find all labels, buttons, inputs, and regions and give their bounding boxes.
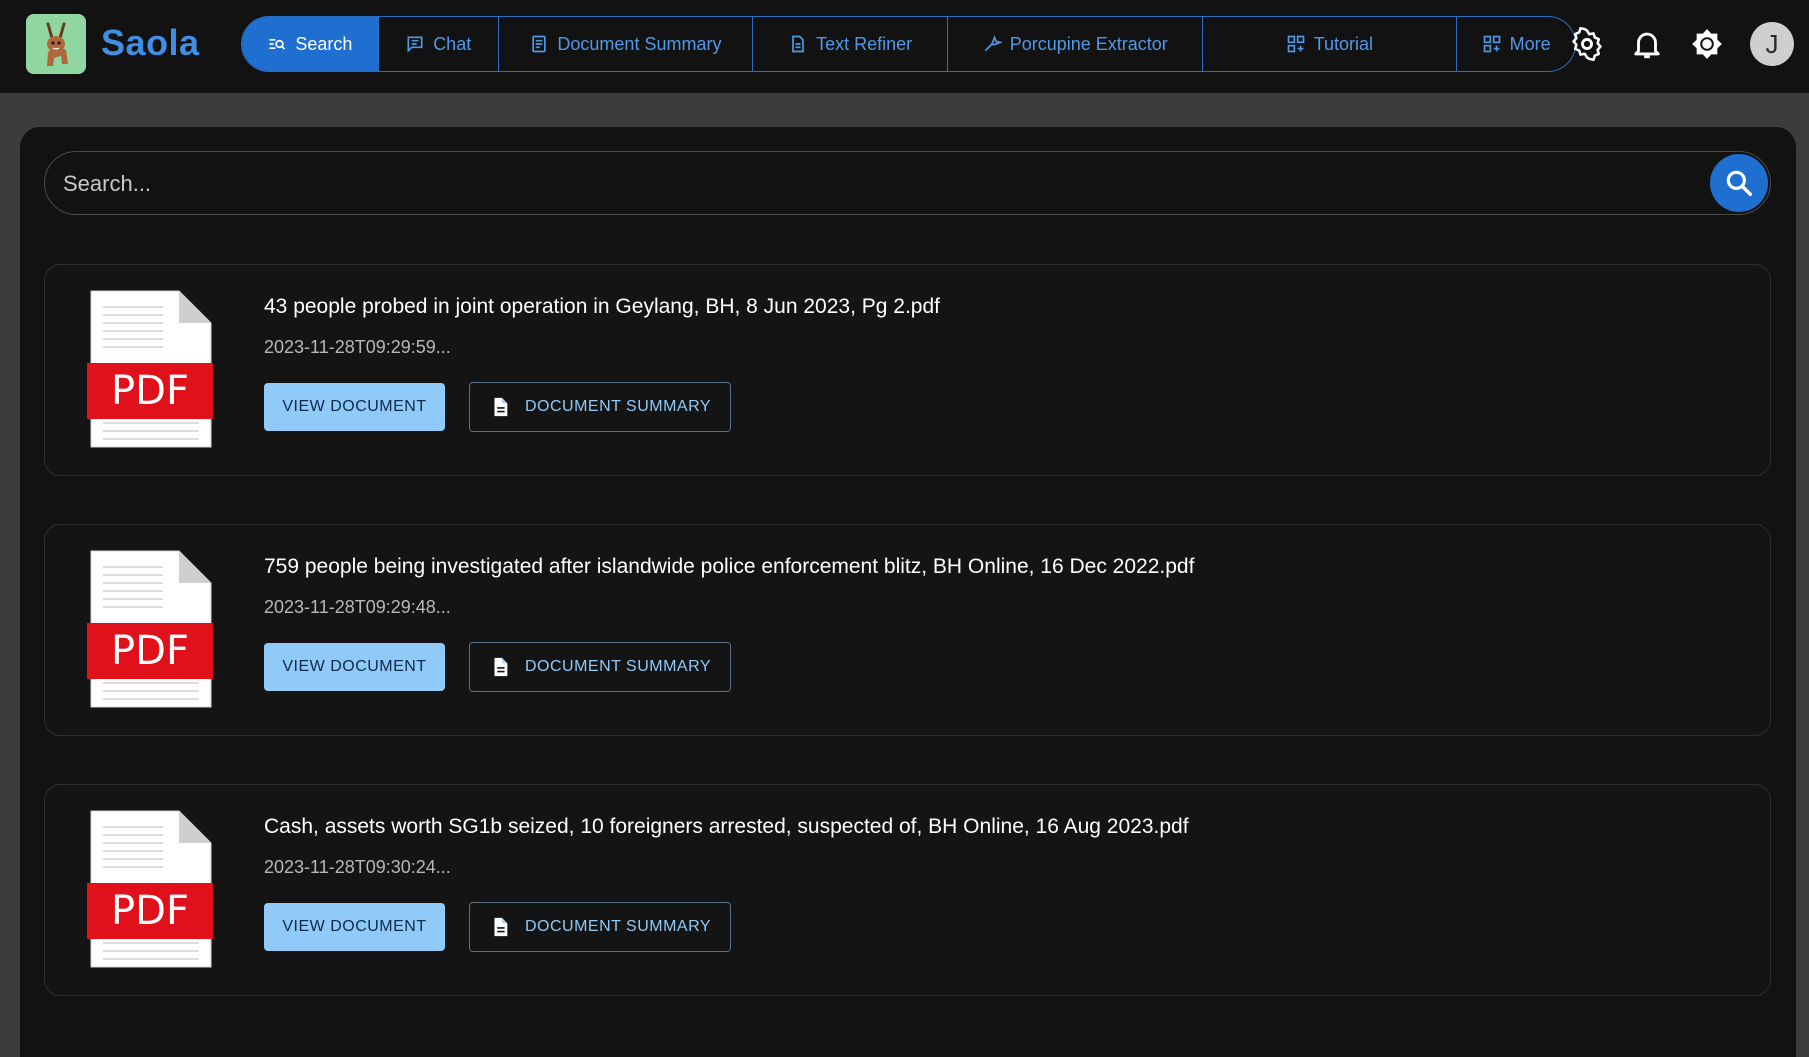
- document-icon: [494, 657, 508, 677]
- nav-item-search[interactable]: Search: [242, 17, 379, 71]
- result-card: PDF Cash, assets worth SG1b seized, 10 f…: [44, 784, 1771, 996]
- nav-item-document-summary[interactable]: Document Summary: [499, 17, 754, 71]
- nav-item-porcupine-extractor[interactable]: Porcupine Extractor: [948, 17, 1203, 71]
- results-panel: PDF 43 people probed in joint operation …: [20, 127, 1796, 1057]
- document-title[interactable]: 759 people being investigated after isla…: [264, 555, 1194, 579]
- document-date: 2023-11-28T09:29:48...: [264, 597, 451, 617]
- settings-button[interactable]: [1565, 22, 1609, 66]
- nav-item-text-refiner[interactable]: Text Refiner: [753, 17, 948, 71]
- pdf-file-icon: PDF: [87, 810, 213, 968]
- pdf-label: PDF: [111, 368, 189, 414]
- search-input[interactable]: [63, 162, 1663, 206]
- pdf-file-icon: PDF: [87, 550, 213, 708]
- brightness-icon: [1692, 29, 1722, 59]
- main-nav: Search Chat Document Summary Text Refine…: [241, 16, 1576, 72]
- result-card: PDF 759 people being investigated after …: [44, 524, 1771, 736]
- search-icon: [1726, 170, 1753, 197]
- text-refiner-icon: [792, 35, 804, 53]
- document-icon: [494, 917, 508, 937]
- app-name: Saola: [101, 22, 200, 63]
- nav-item-chat[interactable]: Chat: [379, 17, 499, 71]
- grid-icon: [1287, 35, 1305, 53]
- search-button[interactable]: [1710, 154, 1768, 212]
- document-icon: [494, 397, 508, 417]
- top-bar: Saola Search Chat Document Summary Text …: [0, 0, 1809, 93]
- user-avatar[interactable]: J: [1750, 22, 1794, 66]
- theme-toggle-button[interactable]: [1685, 22, 1729, 66]
- nav-item-label: Document Summary: [557, 33, 722, 54]
- view-document-button[interactable]: VIEW DOCUMENT: [264, 643, 445, 691]
- document-summary-icon: [532, 35, 547, 53]
- extractor-icon: [984, 35, 1002, 52]
- document-summary-button[interactable]: DOCUMENT SUMMARY: [469, 382, 731, 432]
- nav-item-more[interactable]: More: [1457, 17, 1575, 71]
- search-bar: [44, 151, 1771, 215]
- nav-item-label: More: [1509, 33, 1551, 54]
- grid-icon: [1483, 35, 1500, 53]
- nav-item-label: Search: [295, 33, 353, 54]
- document-summary-label: DOCUMENT SUMMARY: [524, 658, 712, 675]
- document-summary-label: DOCUMENT SUMMARY: [524, 918, 712, 935]
- saola-logo-icon: [26, 14, 86, 74]
- view-document-button[interactable]: VIEW DOCUMENT: [264, 383, 445, 431]
- pdf-file-icon: PDF: [87, 290, 213, 448]
- document-summary-button[interactable]: DOCUMENT SUMMARY: [469, 902, 731, 952]
- pdf-label: PDF: [111, 628, 189, 674]
- settings-icon: [1572, 27, 1602, 61]
- document-date: 2023-11-28T09:29:59...: [264, 337, 451, 357]
- view-document-button[interactable]: VIEW DOCUMENT: [264, 903, 445, 951]
- search-list-icon: [269, 39, 286, 50]
- document-date: 2023-11-28T09:30:24...: [264, 857, 451, 877]
- nav-item-label: Text Refiner: [816, 33, 913, 54]
- notifications-button[interactable]: [1625, 22, 1669, 66]
- bell-icon: [1634, 32, 1660, 59]
- nav-item-label: Porcupine Extractor: [1009, 33, 1168, 54]
- nav-item-label: Tutorial: [1313, 33, 1374, 54]
- document-title[interactable]: Cash, assets worth SG1b seized, 10 forei…: [264, 815, 1189, 839]
- document-summary-label: DOCUMENT SUMMARY: [524, 398, 712, 415]
- nav-item-label: Chat: [433, 33, 472, 54]
- pdf-label: PDF: [111, 888, 189, 934]
- nav-item-tutorial[interactable]: Tutorial: [1203, 17, 1458, 71]
- saola-logo[interactable]: [26, 14, 86, 74]
- document-title[interactable]: 43 people probed in joint operation in G…: [264, 295, 940, 319]
- document-summary-button[interactable]: DOCUMENT SUMMARY: [469, 642, 731, 692]
- result-card: PDF 43 people probed in joint operation …: [44, 264, 1771, 476]
- chat-icon: [407, 36, 423, 53]
